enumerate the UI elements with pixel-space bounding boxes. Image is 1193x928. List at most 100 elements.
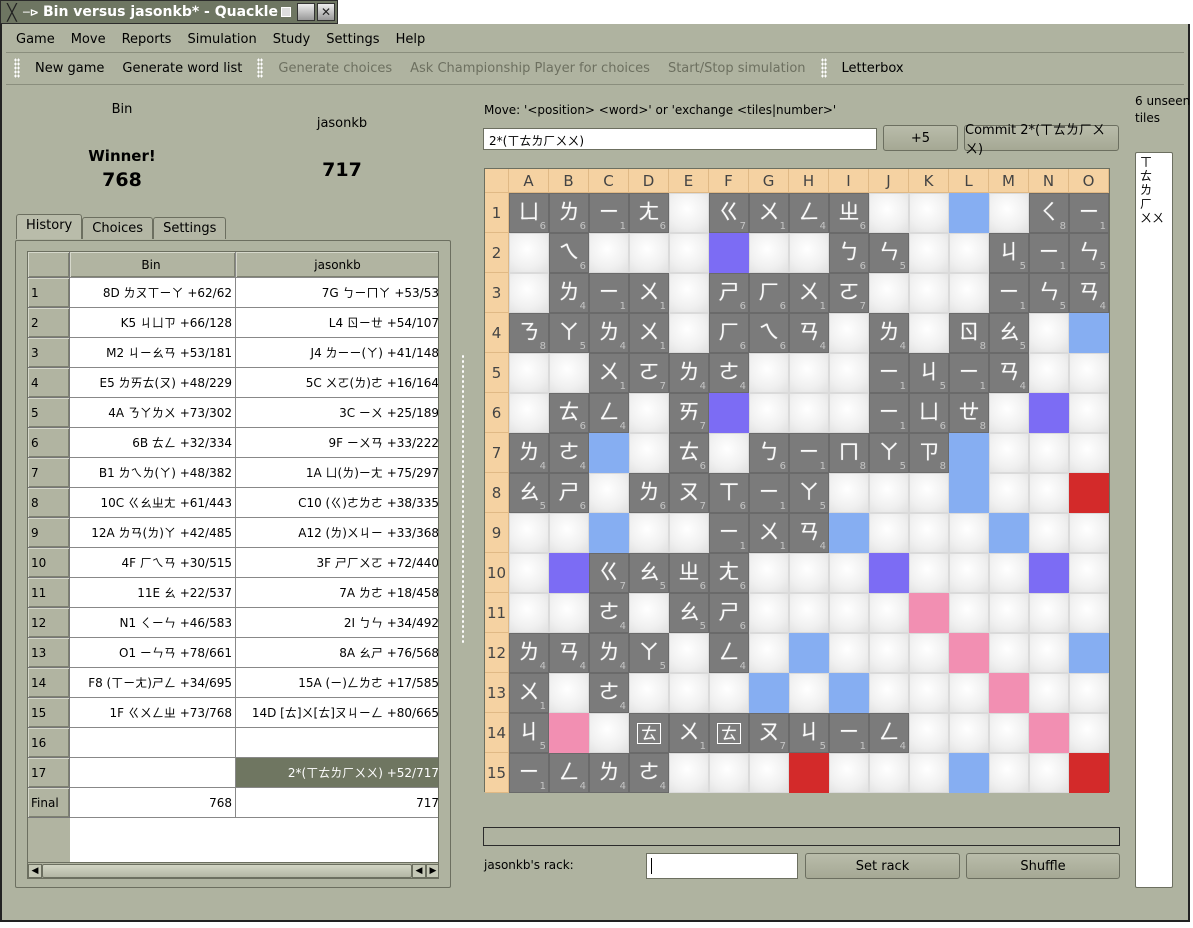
double-letter-square[interactable] (589, 513, 629, 553)
board-tile[interactable]: ㄊ (629, 713, 669, 753)
board-tile[interactable]: ㄗ8 (909, 433, 949, 473)
empty-square[interactable] (789, 553, 829, 593)
board-tile[interactable]: ㄥ4 (709, 633, 749, 673)
double-letter-square[interactable] (949, 473, 989, 513)
empty-square[interactable] (1029, 473, 1069, 513)
board-tile[interactable]: ㄡ7 (749, 713, 789, 753)
empty-square[interactable] (749, 633, 789, 673)
board-tile[interactable]: ㄝ8 (949, 393, 989, 433)
empty-square[interactable] (629, 433, 669, 473)
board-tile[interactable]: ㄧ1 (709, 513, 749, 553)
board-tile[interactable]: ㄌ4 (589, 633, 629, 673)
move-score-button[interactable]: +5 (883, 125, 958, 151)
board-tile[interactable]: ㄕ6 (709, 593, 749, 633)
empty-square[interactable] (1069, 673, 1109, 713)
board-tile[interactable]: ㄢ4 (549, 633, 589, 673)
empty-square[interactable] (549, 513, 589, 553)
empty-square[interactable] (1069, 353, 1109, 393)
column-header-bin[interactable]: Bin (70, 252, 236, 278)
history-cell-bin[interactable]: B1 ㄌㄟㄌ(ㄚ) +48/382 (70, 458, 236, 488)
board-tile[interactable]: ㄍ7 (589, 553, 629, 593)
board-tile[interactable]: ㄣ5 (1069, 233, 1109, 273)
empty-square[interactable] (669, 673, 709, 713)
empty-square[interactable] (509, 233, 549, 273)
history-cell-bin[interactable]: 10C ㄍㄠㄓㄤ +61/443 (70, 488, 236, 518)
row-header[interactable]: 5 (28, 398, 70, 428)
empty-square[interactable] (1069, 713, 1109, 753)
board-tile[interactable]: ㄛ7 (629, 353, 669, 393)
horizontal-scrollbar[interactable]: ◀ ◀ ▶ (28, 862, 438, 878)
tab-choices[interactable]: Choices (82, 217, 154, 239)
empty-square[interactable] (829, 633, 869, 673)
scroll-thumb[interactable] (42, 863, 412, 878)
board-tile[interactable]: ㄤ6 (629, 193, 669, 233)
empty-square[interactable] (909, 553, 949, 593)
history-cell-bin[interactable]: N1 ㄑㄧㄣ +46/583 (70, 608, 236, 638)
double-word-square[interactable] (1029, 713, 1069, 753)
double-word-square[interactable] (549, 713, 589, 753)
empty-square[interactable] (909, 753, 949, 793)
empty-square[interactable] (1029, 753, 1069, 793)
board-tile[interactable]: ㄢ4 (989, 353, 1029, 393)
history-cell-bin[interactable]: 768 (70, 788, 236, 818)
board-tile[interactable]: ㄥ4 (869, 713, 909, 753)
history-cell-bin[interactable]: 1F ㄍㄨㄥㄓ +73/768 (70, 698, 236, 728)
row-header[interactable]: 2 (28, 308, 70, 338)
board-tile[interactable]: ㄨ1 (669, 713, 709, 753)
empty-square[interactable] (989, 593, 1029, 633)
board-tile[interactable]: ㄢ4 (789, 513, 829, 553)
double-letter-square[interactable] (789, 633, 829, 673)
row-header[interactable]: 16 (28, 728, 70, 758)
double-letter-square[interactable] (949, 193, 989, 233)
pin-icon[interactable]: ─⊳ (23, 6, 43, 19)
empty-square[interactable] (749, 233, 789, 273)
empty-square[interactable] (869, 273, 909, 313)
new-game-button[interactable]: New game (26, 61, 113, 76)
history-cell-bin[interactable]: K5 ㄐㄩㄗ +66/128 (70, 308, 236, 338)
history-cell-bin[interactable]: 4F ㄏㄟㄢ +30/515 (70, 548, 236, 578)
empty-square[interactable] (509, 393, 549, 433)
close-button[interactable]: ✕ (317, 3, 335, 21)
commit-button[interactable]: Commit 2*(ㄒㄊㄌㄏㄨㄨ) (964, 123, 1119, 157)
board-tile[interactable]: ㄚ5 (549, 313, 589, 353)
board-tile[interactable]: ㄚ5 (869, 433, 909, 473)
double-letter-square[interactable] (1069, 313, 1109, 353)
menu-help[interactable]: Help (388, 32, 434, 47)
rack-input[interactable] (646, 853, 798, 879)
empty-square[interactable] (749, 593, 789, 633)
empty-square[interactable] (1029, 633, 1069, 673)
board-tile[interactable]: ㄧ1 (589, 273, 629, 313)
board-tile[interactable]: ㄌ6 (629, 473, 669, 513)
empty-square[interactable] (869, 753, 909, 793)
history-cell-jasonkb[interactable]: L4 ㄖㄧㄝ +54/107 (236, 308, 438, 338)
board-tile[interactable]: ㄛ7 (829, 273, 869, 313)
board-tile[interactable]: ㄚ5 (789, 473, 829, 513)
board-tile[interactable]: ㄠ5 (669, 593, 709, 633)
empty-square[interactable] (1029, 353, 1069, 393)
row-header[interactable]: 13 (28, 638, 70, 668)
generate-word-list-button[interactable]: Generate word list (113, 61, 251, 76)
empty-square[interactable] (869, 193, 909, 233)
menu-settings[interactable]: Settings (318, 32, 387, 47)
empty-square[interactable] (949, 233, 989, 273)
history-cell-jasonkb[interactable]: 9F ㄧㄨㄢ +33/222 (236, 428, 438, 458)
board-tile[interactable]: ㄐ5 (989, 233, 1029, 273)
board-tile[interactable]: ㄠ5 (509, 473, 549, 513)
board-tile[interactable]: ㄇ8 (829, 433, 869, 473)
empty-square[interactable] (909, 673, 949, 713)
board-tile[interactable]: ㄣ5 (869, 233, 909, 273)
empty-square[interactable] (989, 433, 1029, 473)
empty-square[interactable] (549, 353, 589, 393)
board-tile[interactable]: ㄓ6 (829, 193, 869, 233)
empty-square[interactable] (629, 233, 669, 273)
history-cell-jasonkb[interactable]: C10 (ㄍ)ㄜㄌㄜ +38/335 (236, 488, 438, 518)
board-tile[interactable]: ㄧ1 (869, 353, 909, 393)
empty-square[interactable] (509, 593, 549, 633)
board-tile[interactable]: ㄐ5 (909, 353, 949, 393)
board-tile[interactable]: ㄨ1 (509, 673, 549, 713)
triple-letter-square[interactable] (1029, 393, 1069, 433)
board-tile[interactable]: ㄩ6 (509, 193, 549, 233)
board-tile[interactable]: ㄍ7 (709, 193, 749, 233)
history-cell-jasonkb[interactable]: 1A ㄩ(ㄌ)ㄧㄤ +75/297 (236, 458, 438, 488)
toolbar-grip[interactable] (820, 58, 827, 78)
